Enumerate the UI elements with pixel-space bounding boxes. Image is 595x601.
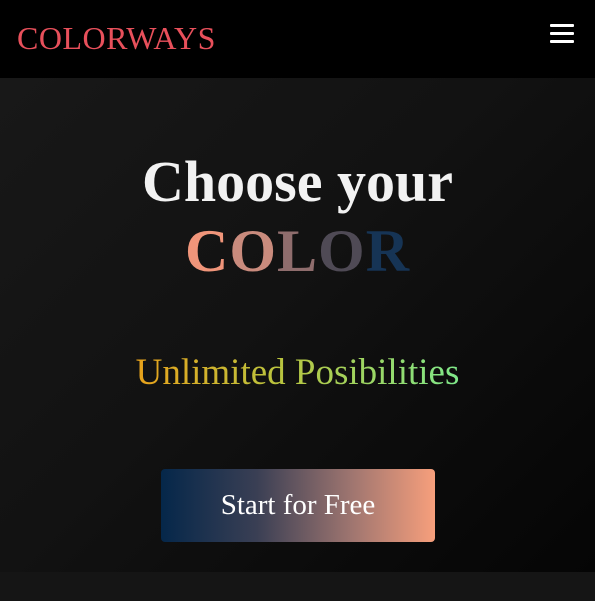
hero-headline: Choose your	[142, 149, 453, 214]
top-navbar: COLORWAYS	[0, 0, 595, 78]
color-word-letter: L	[276, 218, 319, 284]
page: COLORWAYS Choose your COLOR Unlimited Po…	[0, 0, 595, 601]
menu-bar-line	[550, 24, 574, 27]
color-word: COLOR	[0, 218, 595, 284]
hero-tagline: Unlimited Posibilities	[0, 350, 595, 396]
tagline-text: Unlimited Posibilities	[135, 352, 460, 393]
color-word-letter: O	[318, 218, 366, 284]
menu-bar-line	[550, 32, 574, 35]
hero-section: Choose your COLOR Unlimited Posibilities…	[0, 78, 595, 572]
next-section-edge	[0, 572, 595, 601]
color-word-letter: R	[365, 218, 411, 284]
brand-logo[interactable]: COLORWAYS	[17, 18, 216, 58]
start-for-free-button[interactable]: Start for Free	[161, 469, 435, 542]
hamburger-menu-icon[interactable]	[548, 22, 576, 48]
color-word-letter: O	[229, 218, 277, 284]
menu-bar-line	[550, 40, 574, 43]
color-word-letter: C	[184, 218, 230, 284]
